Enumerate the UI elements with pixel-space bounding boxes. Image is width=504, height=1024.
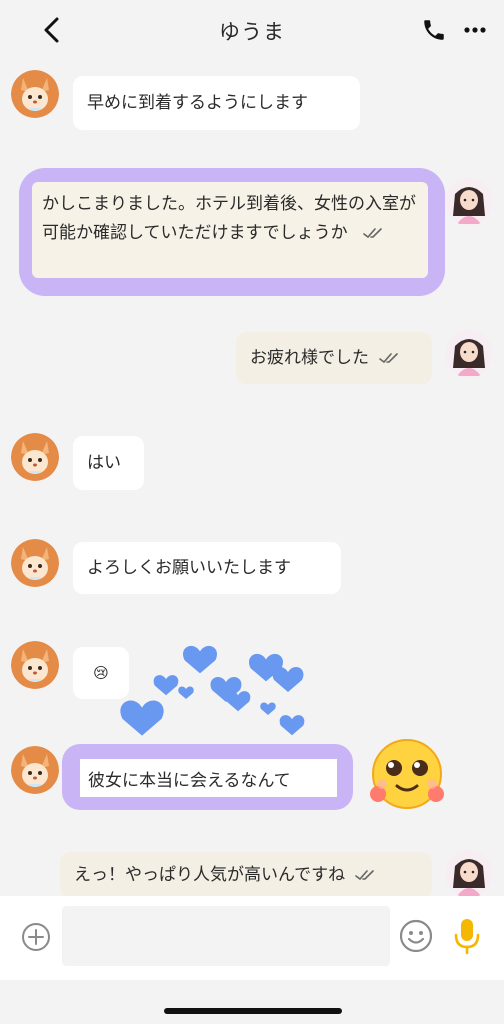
message-bubble[interactable]: はい <box>73 436 144 490</box>
girl-avatar-icon <box>445 330 493 378</box>
message-text: 彼女に本当に会えるなんて <box>88 770 291 791</box>
hearts-sticker <box>120 645 305 736</box>
more-options-button[interactable] <box>462 18 488 42</box>
message-composer <box>0 896 504 980</box>
smiley-icon <box>399 919 433 953</box>
message-text: 😢 <box>93 663 109 682</box>
chat-header: ゆうま <box>0 0 504 62</box>
fox-avatar-icon <box>11 641 59 689</box>
contact-avatar[interactable] <box>11 70 59 118</box>
message-bubble[interactable]: 😢 <box>73 647 129 699</box>
home-indicator[interactable] <box>164 1008 342 1014</box>
message-bubble[interactable]: 彼女に本当に会えるなんて <box>80 759 337 797</box>
attach-button[interactable] <box>21 922 51 952</box>
message-bubble[interactable]: 早めに到着するようにします <box>73 76 360 130</box>
call-button[interactable] <box>421 17 447 43</box>
girl-avatar-icon <box>445 850 493 898</box>
read-check-icon <box>379 353 398 364</box>
message-text: はい <box>87 452 121 473</box>
smiling-face-sticker <box>370 739 444 809</box>
message-input[interactable] <box>62 906 390 966</box>
plus-circle-icon <box>22 923 50 951</box>
phone-icon <box>424 20 444 40</box>
emoji-button[interactable] <box>398 918 434 954</box>
more-horizontal-icon <box>464 27 486 33</box>
read-check-icon <box>355 870 374 881</box>
message-text: よろしくお願いいたします <box>87 557 291 578</box>
read-check-icon <box>363 228 382 239</box>
fox-avatar-icon <box>11 746 59 794</box>
voice-input-button[interactable] <box>453 916 481 956</box>
message-bubble[interactable]: お疲れ様でした <box>236 332 432 384</box>
message-text: かしこまりました。ホテル到着後、女性の入室が可能か確認していただけますでしょうか <box>42 194 416 243</box>
contact-avatar[interactable] <box>11 641 59 689</box>
contact-avatar[interactable] <box>11 433 59 481</box>
my-avatar[interactable] <box>445 850 493 898</box>
message-text: お疲れ様でした <box>250 347 369 368</box>
contact-avatar[interactable] <box>11 746 59 794</box>
fox-avatar-icon <box>11 539 59 587</box>
fox-avatar-icon <box>11 433 59 481</box>
message-bubble[interactable]: えっ！やっぱり人気が高いんですね <box>60 852 432 898</box>
girl-avatar-icon <box>445 178 493 226</box>
fox-avatar-icon <box>11 70 59 118</box>
microphone-icon <box>454 919 480 955</box>
my-avatar[interactable] <box>445 330 493 378</box>
my-avatar[interactable] <box>445 178 493 226</box>
contact-avatar[interactable] <box>11 539 59 587</box>
message-text: 早めに到着するようにします <box>87 92 308 113</box>
message-text: えっ！やっぱり人気が高いんですね <box>74 864 346 885</box>
message-bubble[interactable]: よろしくお願いいたします <box>73 542 341 594</box>
message-bubble[interactable]: かしこまりました。ホテル到着後、女性の入室が可能か確認していただけますでしょうか <box>32 182 428 278</box>
